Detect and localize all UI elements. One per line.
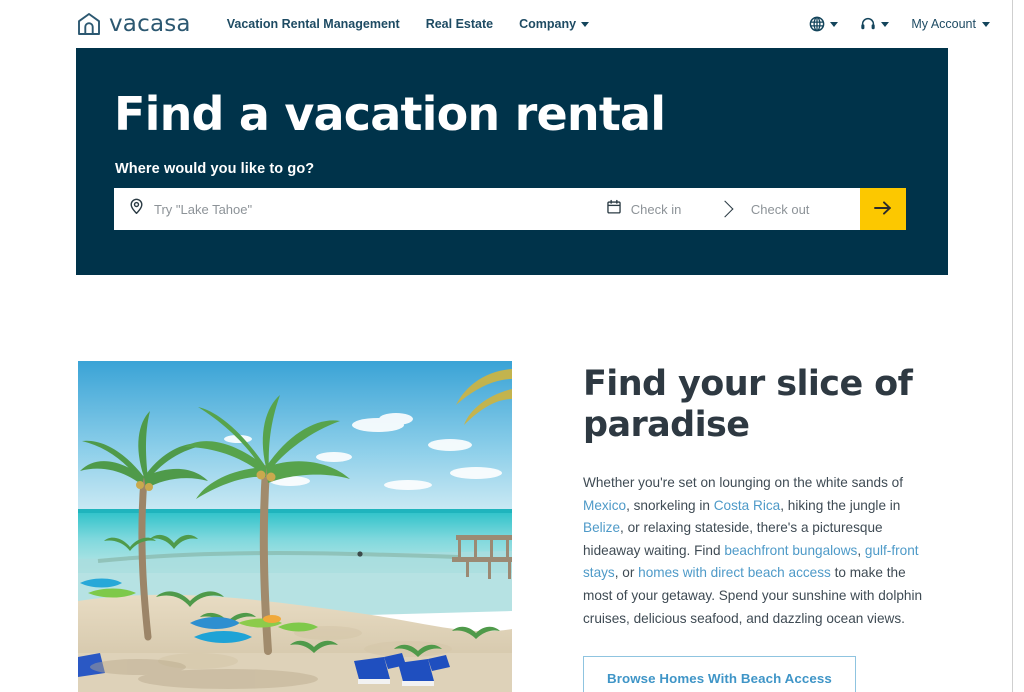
browse-homes-button[interactable]: Browse Homes With Beach Access bbox=[583, 656, 856, 692]
checkin-placeholder: Check in bbox=[630, 201, 682, 217]
section-body-text: Whether you're set on lounging on the wh… bbox=[583, 472, 935, 630]
body-text-part: Whether you're set on lounging on the wh… bbox=[583, 475, 903, 491]
top-navigation-bar: vacasa Vacation Rental Management Real E… bbox=[0, 0, 1012, 48]
vacasa-logo[interactable]: vacasa bbox=[76, 11, 191, 37]
body-text-part: , or bbox=[614, 565, 639, 581]
nav-link-label: Company bbox=[519, 17, 577, 31]
map-pin-icon bbox=[128, 198, 145, 220]
beach-photo bbox=[78, 361, 512, 692]
checkin-date-field[interactable]: Check in bbox=[591, 188, 717, 230]
chevron-down-icon bbox=[581, 21, 590, 27]
location-placeholder: Try "Lake Tahoe" bbox=[154, 201, 253, 217]
hero-title: Find a vacation rental bbox=[114, 87, 666, 141]
arrow-right-icon bbox=[873, 200, 893, 219]
link-homes-with-direct-beach-access[interactable]: homes with direct beach access bbox=[638, 565, 831, 580]
nav-link-real-estate[interactable]: Real Estate bbox=[426, 17, 493, 31]
location-search-field[interactable]: Try "Lake Tahoe" bbox=[114, 188, 592, 230]
link-belize[interactable]: Belize bbox=[583, 520, 620, 535]
chevron-down-icon bbox=[982, 21, 990, 27]
field-divider-chevron-icon bbox=[716, 188, 735, 230]
checkout-placeholder: Check out bbox=[750, 201, 810, 217]
checkout-date-field[interactable]: Check out bbox=[734, 188, 860, 230]
calendar-icon bbox=[606, 199, 622, 220]
globe-icon bbox=[809, 16, 825, 32]
brand-wordmark: vacasa bbox=[109, 10, 191, 37]
link-beachfront-bungalows[interactable]: beachfront bungalows bbox=[724, 543, 857, 558]
section-title: Find your slice of paradise bbox=[583, 364, 913, 445]
nav-link-vacation-rental-management[interactable]: Vacation Rental Management bbox=[227, 17, 400, 31]
chevron-down-icon bbox=[830, 21, 839, 27]
nav-link-label: Real Estate bbox=[425, 17, 494, 31]
page-scrollbar[interactable] bbox=[1012, 0, 1024, 692]
my-account-label: My Account bbox=[911, 17, 976, 31]
link-costa-rica[interactable]: Costa Rica bbox=[714, 498, 780, 513]
hero-banner: Find a vacation rental Where would you l… bbox=[76, 48, 948, 275]
search-prompt-label: Where would you like to go? bbox=[115, 161, 315, 177]
vacation-search-form: Try "Lake Tahoe" Check in Check out bbox=[114, 188, 906, 230]
headset-icon bbox=[860, 16, 876, 32]
nav-link-company[interactable]: Company bbox=[519, 17, 590, 31]
primary-nav-links: Vacation Rental Management Real Estate C… bbox=[227, 17, 590, 31]
my-account-menu[interactable]: My Account bbox=[911, 17, 990, 31]
page-root: vacasa Vacation Rental Management Real E… bbox=[0, 0, 1024, 692]
link-mexico[interactable]: Mexico bbox=[583, 498, 626, 513]
body-text-part: , snorkeling in bbox=[626, 497, 714, 513]
language-selector[interactable] bbox=[809, 16, 839, 32]
body-text-part: , hiking the jungle in bbox=[780, 497, 901, 513]
chevron-down-icon bbox=[881, 21, 890, 27]
body-text-part: , bbox=[857, 542, 865, 558]
house-outline-icon bbox=[76, 11, 102, 37]
paradise-section: Find your slice of paradise Whether you'… bbox=[0, 361, 1012, 692]
beach-photo-illustration bbox=[78, 361, 512, 692]
support-menu[interactable] bbox=[860, 16, 890, 32]
paradise-text-column: Find your slice of paradise Whether you'… bbox=[583, 361, 955, 692]
search-submit-button[interactable] bbox=[860, 188, 906, 230]
nav-link-label: Vacation Rental Management bbox=[226, 17, 400, 31]
nav-utility-area: My Account bbox=[809, 16, 990, 32]
